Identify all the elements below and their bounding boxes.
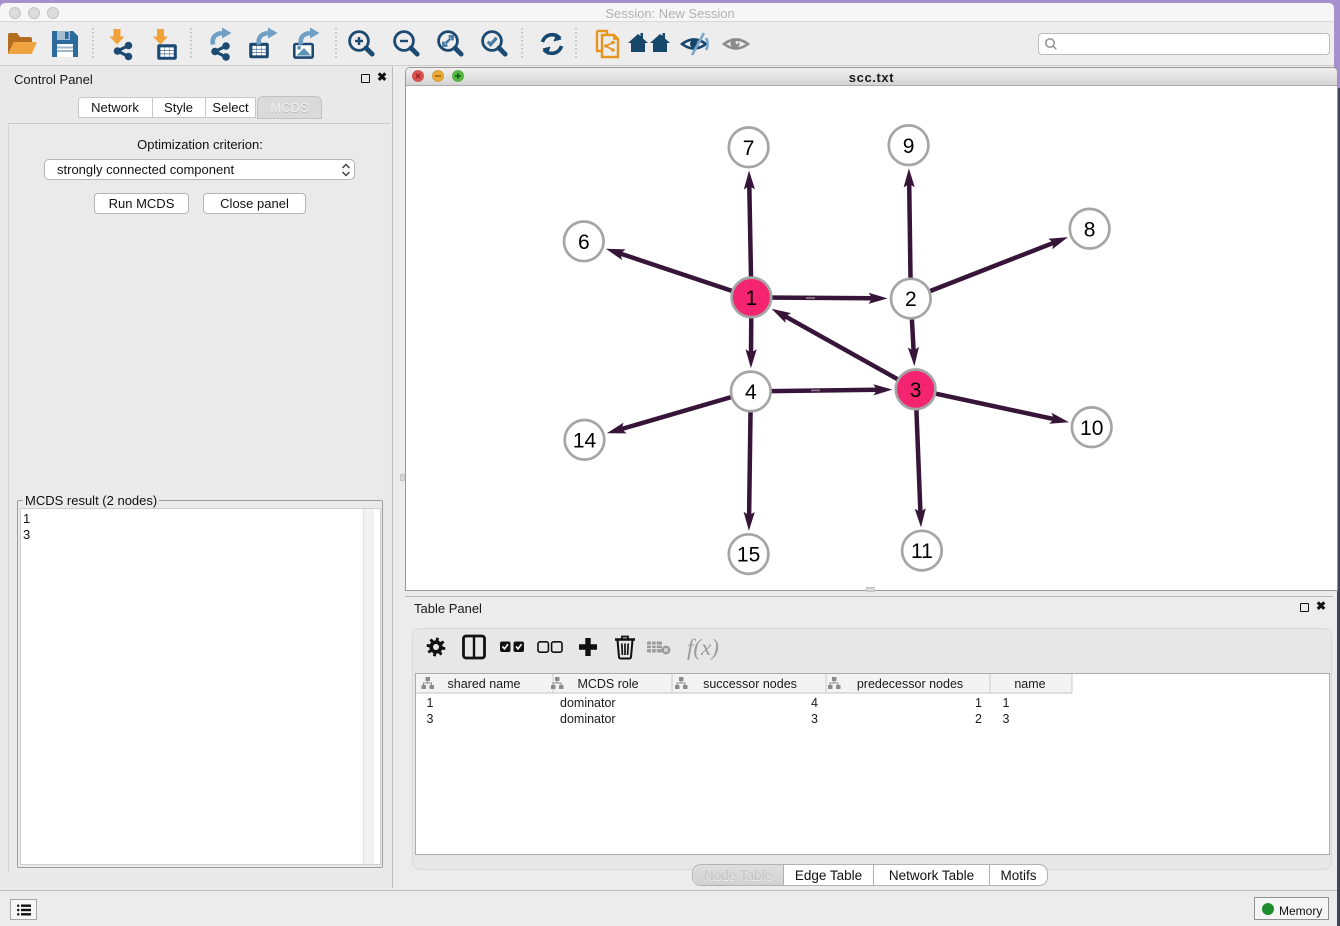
svg-text:1: 1 [1003, 696, 1010, 710]
svg-text:dominator: dominator [560, 696, 616, 710]
svg-text:4: 4 [811, 696, 818, 710]
svg-text:11: 11 [911, 540, 933, 563]
svg-text:9: 9 [903, 135, 915, 158]
svg-text:4: 4 [745, 381, 757, 404]
svg-text:2: 2 [905, 288, 917, 311]
svg-text:3: 3 [811, 712, 818, 726]
svg-text:3: 3 [1003, 712, 1010, 726]
svg-text:predecessor nodes: predecessor nodes [857, 677, 963, 691]
svg-text:f(x): f(x) [687, 635, 719, 660]
svg-text:6: 6 [578, 231, 590, 254]
svg-text:1: 1 [975, 696, 982, 710]
svg-text:MCDS role: MCDS role [577, 677, 638, 691]
svg-text:1: 1 [427, 696, 434, 710]
svg-text:8: 8 [1084, 218, 1096, 241]
svg-text:10: 10 [1080, 417, 1103, 440]
svg-text:shared name: shared name [448, 677, 521, 691]
svg-text:1: 1 [746, 287, 758, 310]
svg-text:dominator: dominator [560, 712, 616, 726]
svg-text:7: 7 [743, 137, 755, 160]
svg-text:15: 15 [737, 544, 760, 567]
svg-text:3: 3 [910, 379, 922, 402]
svg-text:3: 3 [427, 712, 434, 726]
svg-text:14: 14 [573, 429, 597, 452]
svg-text:2: 2 [975, 712, 982, 726]
svg-text:name: name [1014, 677, 1045, 691]
svg-text:successor nodes: successor nodes [703, 677, 797, 691]
